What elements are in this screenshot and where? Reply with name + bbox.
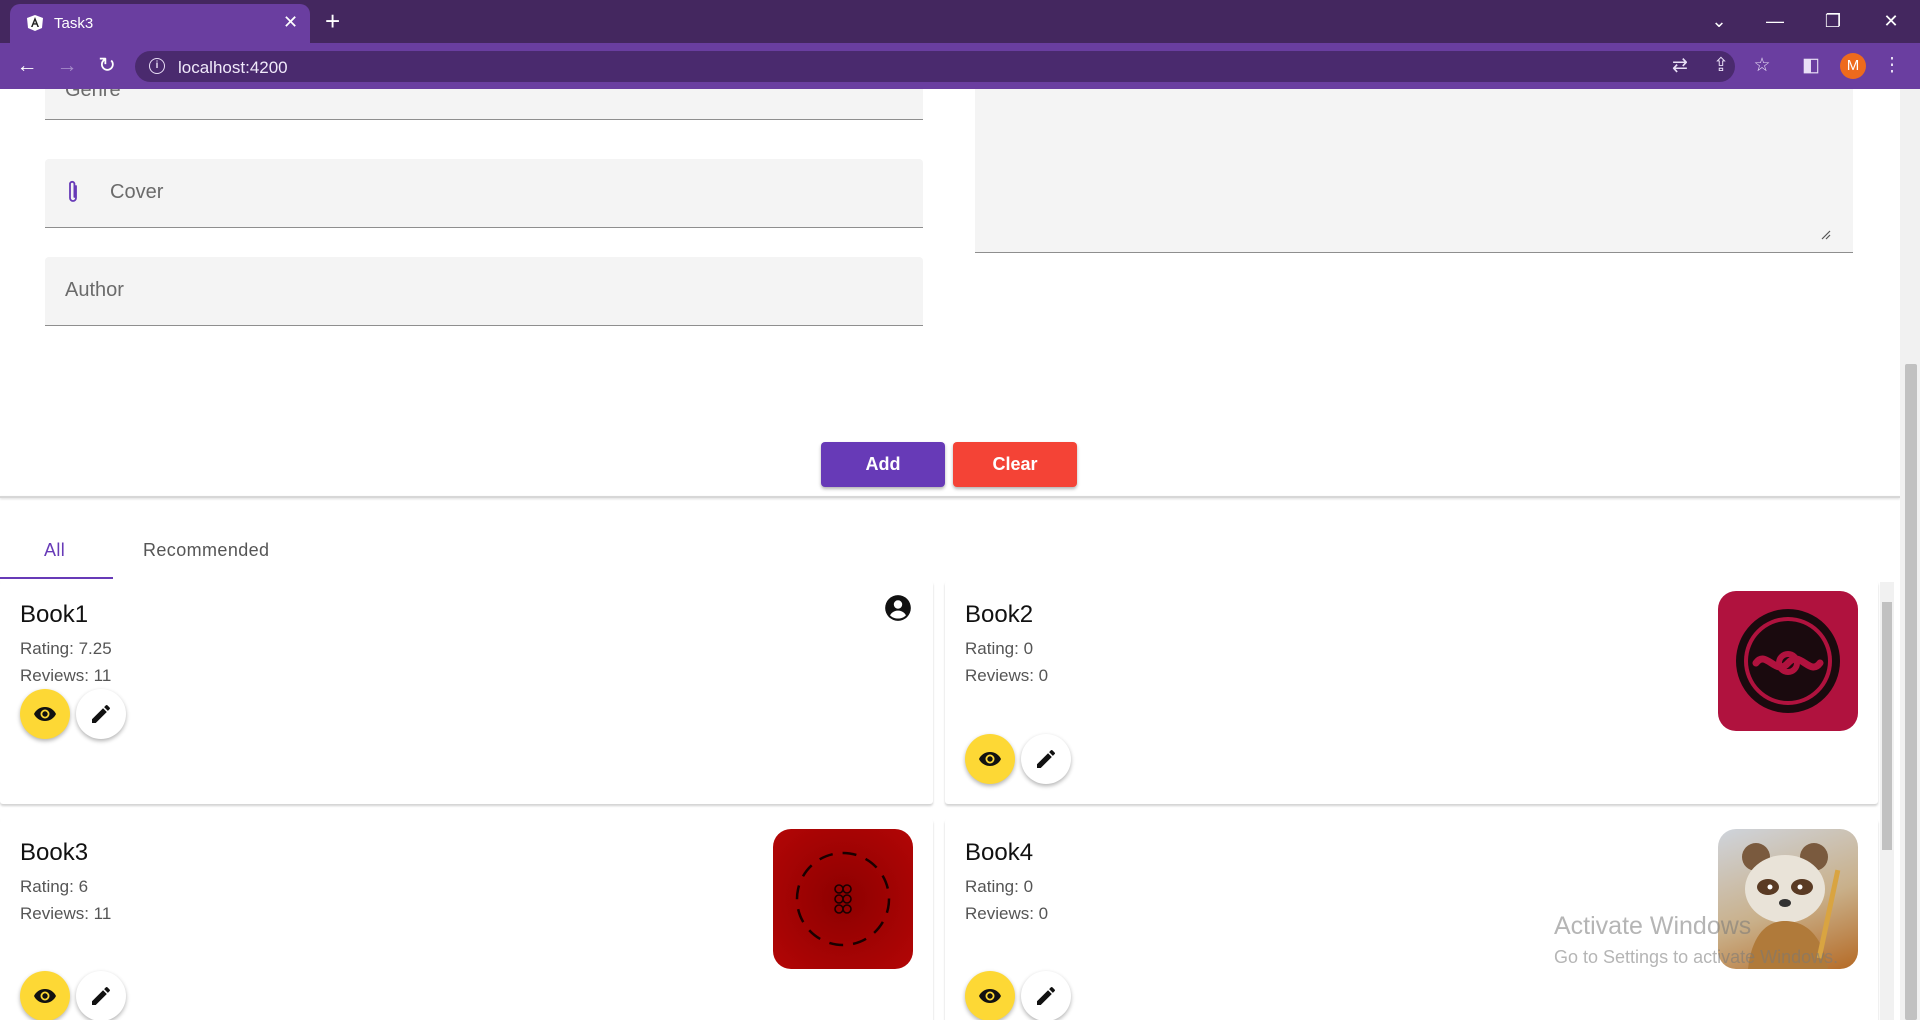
- watermark-line1: Activate Windows: [1554, 912, 1752, 940]
- view-button[interactable]: [20, 971, 70, 1020]
- new-tab-button[interactable]: +: [325, 6, 340, 36]
- pencil-icon: [92, 704, 110, 723]
- page-content: Genre Cover Author Add Clear All Recomme…: [0, 89, 1900, 1020]
- edit-button[interactable]: [76, 971, 126, 1020]
- eye-icon: [34, 989, 56, 1003]
- book-cover-image: [1718, 591, 1858, 731]
- browser-tab-strip: Task3 ✕ + ⌄ — ❐ ✕: [0, 0, 1920, 43]
- genre-label: Genre: [65, 89, 121, 101]
- minimize-icon[interactable]: —: [1760, 10, 1790, 32]
- browser-toolbar: ← → ↻ i localhost:4200 ⇄ ⇪ ☆ ◧ M ⋮: [0, 43, 1920, 89]
- paperclip-icon[interactable]: [65, 179, 81, 205]
- profile-avatar[interactable]: M: [1840, 53, 1866, 79]
- resize-handle-icon[interactable]: [1821, 230, 1831, 240]
- edit-button[interactable]: [1021, 734, 1071, 784]
- side-panel-icon[interactable]: ◧: [1798, 55, 1824, 77]
- clear-button[interactable]: Clear: [953, 442, 1077, 487]
- back-icon[interactable]: ←: [14, 54, 40, 78]
- tab-search-icon[interactable]: ⌄: [1704, 10, 1734, 32]
- book-title: Book4: [965, 839, 1034, 866]
- view-button[interactable]: [965, 971, 1015, 1020]
- knot-logo-cover: [1736, 609, 1840, 713]
- reload-icon[interactable]: ↻: [94, 54, 120, 78]
- eye-icon: [979, 752, 1001, 766]
- browser-tab[interactable]: Task3 ✕: [10, 4, 310, 43]
- tab-recommended[interactable]: Recommended: [143, 540, 269, 561]
- bookmark-star-icon[interactable]: ☆: [1749, 55, 1775, 77]
- author-label: Author: [65, 279, 124, 301]
- book-rating: Rating: 0: [965, 877, 1034, 896]
- book-cover-image: [773, 829, 913, 969]
- eye-icon: [979, 989, 1001, 1003]
- book-rating: Rating: 7.25: [20, 639, 112, 658]
- url-text: localhost:4200: [178, 58, 288, 77]
- watermark-line2: Go to Settings to activate Windows.: [1554, 947, 1839, 967]
- address-bar[interactable]: i localhost:4200: [135, 51, 1735, 82]
- share-icon[interactable]: ⇪: [1708, 55, 1734, 77]
- angular-logo-icon: [27, 15, 43, 31]
- tab-all[interactable]: All: [44, 540, 65, 561]
- window-close-icon[interactable]: ✕: [1876, 10, 1906, 32]
- activate-windows-watermark: Activate Windows Go to Settings to activ…: [1554, 912, 1838, 968]
- book-list-scroll-thumb[interactable]: [1882, 602, 1892, 850]
- book-title: Book1: [20, 601, 89, 628]
- view-button[interactable]: [20, 689, 70, 739]
- book-reviews: Reviews: 0: [965, 904, 1049, 923]
- account-circle-icon: [885, 595, 911, 621]
- book-reviews: Reviews: 11: [20, 666, 112, 685]
- form-divider: [0, 496, 1900, 498]
- pencil-icon: [1037, 986, 1055, 1005]
- view-button[interactable]: [965, 734, 1015, 784]
- translate-icon[interactable]: ⇄: [1667, 55, 1693, 77]
- cover-field[interactable]: Cover: [45, 159, 923, 228]
- genre-field[interactable]: Genre: [45, 89, 923, 120]
- book-list-scrollbar[interactable]: [1880, 582, 1894, 1020]
- site-info-icon[interactable]: i: [149, 58, 165, 74]
- pencil-icon: [92, 986, 110, 1005]
- edit-button[interactable]: [1021, 971, 1071, 1020]
- eye-icon: [34, 707, 56, 721]
- edit-button[interactable]: [76, 689, 126, 739]
- description-textarea[interactable]: [975, 89, 1853, 253]
- page-scroll-thumb[interactable]: [1905, 364, 1917, 1020]
- book-reviews: Reviews: 11: [20, 904, 112, 923]
- tab-title: Task3: [54, 15, 94, 32]
- book-card: Book3 Rating: 6 Reviews: 11: [0, 819, 933, 1020]
- tab-close-icon[interactable]: ✕: [283, 12, 298, 33]
- book-title: Book2: [965, 601, 1034, 628]
- book-rating: Rating: 0: [965, 639, 1034, 658]
- dashed-circle-cover: [795, 851, 891, 947]
- restore-icon[interactable]: ❐: [1818, 10, 1848, 32]
- forward-icon[interactable]: →: [54, 54, 80, 78]
- browser-menu-icon[interactable]: ⋮: [1879, 55, 1905, 77]
- book-card: Book2 Rating: 0 Reviews: 0: [945, 581, 1878, 804]
- pencil-icon: [1037, 749, 1055, 768]
- add-button[interactable]: Add: [821, 442, 945, 487]
- page-scrollbar[interactable]: [1900, 89, 1920, 1020]
- author-field[interactable]: Author: [45, 257, 923, 326]
- book-reviews: Reviews: 0: [965, 666, 1049, 685]
- book-card: Book1 Rating: 7.25 Reviews: 11: [0, 581, 933, 804]
- active-tab-indicator: [0, 577, 113, 579]
- cover-label: Cover: [110, 181, 164, 203]
- book-rating: Rating: 6: [20, 877, 89, 896]
- book-title: Book3: [20, 839, 89, 866]
